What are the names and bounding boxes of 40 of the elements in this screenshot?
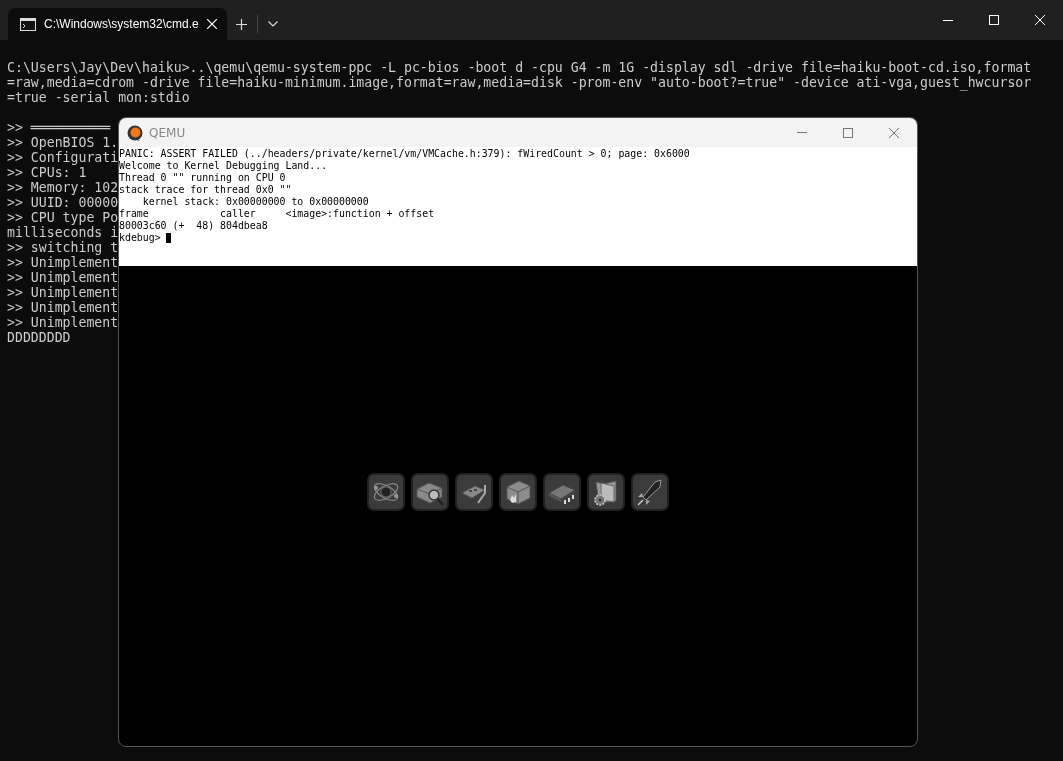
terminal-line: >> Memory: 102 <box>7 180 119 195</box>
terminal-line: =true -serial mon:stdio <box>7 90 190 105</box>
console-line: Thread 0 "" running on CPU 0 <box>119 172 286 184</box>
terminal-line: >> Unimplement <box>7 300 119 315</box>
console-line: frame caller <image>:function + offset <box>119 208 435 220</box>
drive-search-icon <box>411 473 449 511</box>
console-line: PANIC: ASSERT FAILED (../headers/private/kernel/vm/VMCache.h:379): fWiredCount > 0; page: 0x6000 <box>119 148 690 160</box>
console-prompt: kdebug> <box>119 232 161 244</box>
terminal-line: >> OpenBIOS 1. <box>7 135 119 150</box>
chip-icon <box>543 473 581 511</box>
window-title: QEMU <box>149 125 186 140</box>
terminal-line: DDDDDDDD <box>7 330 71 345</box>
terminal-line: >> Unimplement <box>7 285 119 300</box>
console-line: stack trace for thread 0x0 "" <box>119 184 292 196</box>
terminal-line: >> ══════════ <box>7 120 111 135</box>
terminal-line: C:\Users\Jay\Dev\haiku>..\qemu\qemu-system-ppc -L pc-bios -boot d -cpu G4 -m 1G -display sdl -drive file=haiku-boot-cd.iso,format <box>7 60 1032 75</box>
terminal-line: =raw,media=cdrom -drive file=haiku-minimum.image,format=raw,media=disk -prom-env "auto-boot?=true" -device ati-vga,guest_hwcursor <box>7 75 1032 90</box>
folder-gear-icon <box>587 473 625 511</box>
console-line: kernel stack: 0x00000000 to 0x00000000 <box>141 196 369 208</box>
terminal-line: milliseconds i <box>7 225 119 240</box>
expansion-card-icon <box>455 473 493 511</box>
terminal-line: >> UUID: 00000 <box>7 195 119 210</box>
new-tab-icon[interactable] <box>236 18 248 30</box>
text-cursor <box>165 233 171 243</box>
box-leaf-icon <box>499 473 537 511</box>
terminal-tab[interactable]: C:\Windows\system32\cmd.e <box>8 8 227 40</box>
terminal-line: >> CPUs: 1 <box>7 165 87 180</box>
minimize-icon[interactable] <box>943 19 953 21</box>
terminal-line: >> switching t <box>7 240 119 255</box>
terminal-line: >> Configurati <box>7 150 119 165</box>
console-line: Welcome to Kernel Debugging Land... <box>119 160 328 172</box>
chevron-down-icon[interactable] <box>267 21 278 27</box>
app-logo-icon <box>127 124 143 141</box>
atom-icon <box>367 473 405 511</box>
console-line: 80003c60 (+ 48) 804dbea8 <box>119 220 268 232</box>
terminal-line: >> Unimplement <box>7 270 119 285</box>
terminal-line: >> Unimplement <box>7 315 119 330</box>
terminal-line: >> CPU type Po <box>7 210 119 225</box>
terminal-line: >> Unimplement <box>7 255 119 270</box>
terminal-icon <box>20 17 36 31</box>
